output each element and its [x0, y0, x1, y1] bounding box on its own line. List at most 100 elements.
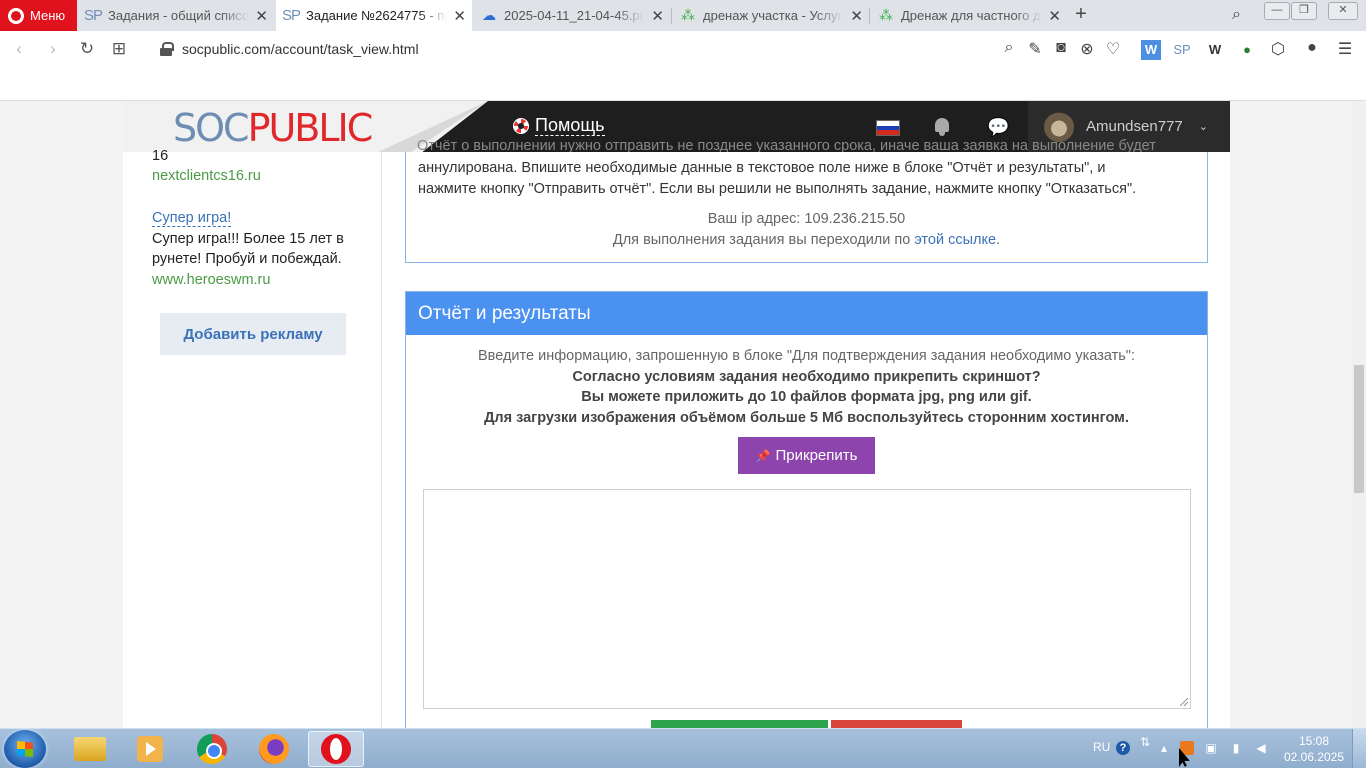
reload-icon[interactable]: ↻ [76, 39, 98, 59]
tab-title: дренаж участка - Услуги и [703, 8, 844, 23]
help-icon[interactable]: ? [1116, 741, 1130, 755]
task-info-box: аннулирована. Впишите необходимые данные… [405, 152, 1208, 263]
new-tab-button[interactable]: + [1071, 3, 1091, 27]
usb-icon[interactable]: ▣ [1204, 741, 1218, 755]
address-bar: ‹ › ↻ ⊞ socpublic.com/account/task_view.… [0, 31, 1366, 95]
green-extension-icon[interactable]: ● [1237, 40, 1257, 60]
flag-stripe [877, 130, 899, 136]
search-tabs-icon[interactable]: ⌕ [1232, 6, 1241, 24]
folder-icon [74, 737, 106, 761]
start-button[interactable] [4, 730, 46, 768]
heart-icon[interactable]: ♡ [1102, 39, 1124, 59]
chevron-down-icon: ⌄ [1198, 121, 1208, 133]
help-link[interactable]: Помощь [513, 115, 605, 136]
lifebuoy-icon [513, 117, 529, 134]
chrome-taskbar-button[interactable] [184, 731, 240, 767]
cloud-icon: ☁ [482, 7, 496, 23]
ad2-title-link[interactable]: Супер игра! [152, 210, 232, 227]
pin-icon: 📌 [755, 448, 771, 463]
language-indicator[interactable]: RU [1093, 740, 1110, 754]
tab-drainage-house[interactable]: ⁂ Дренаж для частного дом ✕ [871, 0, 1067, 31]
tab-tasks-list[interactable]: SP Задания - общий список з ✕ [78, 0, 274, 31]
language-flag-icon[interactable] [876, 120, 900, 136]
close-tab-icon[interactable]: ✕ [651, 7, 664, 25]
zoom-icon[interactable]: ⌕ [998, 39, 1020, 57]
word-extension-icon[interactable]: W [1141, 40, 1161, 60]
tab-task-view[interactable]: SP Задание №2624775 - прос ✕ [276, 0, 472, 31]
grid-icon: ⁂ [681, 7, 695, 23]
grid-icon: ⁂ [879, 7, 893, 23]
adblock-icon[interactable]: ⊗ [1076, 39, 1098, 59]
speed-dial-icon[interactable]: ⊞ [108, 39, 130, 59]
page-scrollbar[interactable] [1352, 101, 1366, 728]
sidebar [123, 101, 382, 728]
explorer-taskbar-button[interactable] [62, 731, 118, 767]
media-player-icon [137, 736, 163, 762]
close-tab-icon[interactable]: ✕ [255, 7, 268, 25]
task-info-partial-line: Отчёт о выполнении нужно отправить не по… [417, 139, 1187, 152]
firefox-taskbar-button[interactable] [246, 731, 302, 767]
chat-icon[interactable]: 💬 [987, 117, 1009, 138]
camera-icon[interactable]: ◙ [1050, 39, 1072, 57]
opera-icon [321, 734, 351, 764]
ad2-url[interactable]: www.heroeswm.ru [152, 270, 270, 291]
back-icon[interactable]: ‹ [8, 39, 30, 59]
ad2-text-line1: Супер игра!!! Более 15 лет в [152, 231, 344, 247]
cube-icon[interactable]: ⬡ [1267, 39, 1289, 59]
report-intro: Введите информацию, запрошенную в блоке … [478, 348, 1135, 364]
edit-icon[interactable]: ✎ [1024, 39, 1046, 59]
minimize-button[interactable]: — [1264, 2, 1290, 20]
clock[interactable]: 15:08 02.06.2025 [1280, 733, 1348, 765]
username: Amundsen777 [1086, 118, 1183, 135]
tab-separator [671, 8, 672, 24]
chrome-icon [197, 734, 227, 764]
send-report-button[interactable] [651, 720, 828, 728]
ad1-url[interactable]: nextclientcs16.ru [152, 166, 261, 187]
forward-icon[interactable]: › [42, 39, 64, 59]
tab-screenshot-image[interactable]: ☁ 2025-04-11_21-04-45.png ✕ [474, 0, 670, 31]
lock-icon [160, 42, 174, 56]
show-hidden-icons[interactable]: ▴ [1157, 741, 1171, 755]
help-label: Помощь [535, 115, 605, 136]
w-extension-icon[interactable]: W [1205, 40, 1225, 60]
tab-title: Задание №2624775 - прос [306, 8, 447, 23]
tab-drainage-services[interactable]: ⁂ дренаж участка - Услуги и ✕ [673, 0, 869, 31]
this-link[interactable]: этой ссылке [914, 232, 996, 248]
site-logo[interactable]: SOCPUBLIC [173, 106, 374, 150]
opera-taskbar-button[interactable] [308, 731, 364, 767]
avatar [1044, 111, 1074, 142]
task-info-line3: нажмите кнопку "Отправить отчёт". Если в… [418, 181, 1137, 197]
socpublic-favicon-icon: SP [84, 7, 103, 24]
refuse-button[interactable] [831, 720, 962, 728]
scrollbar-thumb[interactable] [1354, 365, 1364, 493]
network-dropdown-icon[interactable]: ⇅ [1138, 735, 1152, 749]
report-heading: Отчёт и результаты [406, 292, 1207, 335]
close-tab-icon[interactable]: ✕ [1048, 7, 1061, 25]
task-info-line2: аннулирована. Впишите необходимые данные… [418, 160, 1106, 176]
logo-public: PUBLIC [247, 106, 374, 150]
media-player-taskbar-button[interactable] [122, 731, 178, 767]
clock-time: 15:08 [1298, 734, 1330, 748]
show-desktop-button[interactable] [1352, 729, 1366, 768]
add-ad-button[interactable]: Добавить рекламу [160, 313, 346, 355]
socpublic-extension-icon[interactable]: SP [1172, 40, 1192, 60]
close-tab-icon[interactable]: ✕ [850, 7, 863, 25]
close-tab-icon[interactable]: ✕ [453, 7, 466, 25]
report-files-note: Вы можете приложить до 10 файлов формата… [581, 389, 1032, 405]
opera-menu-button[interactable]: Меню [0, 0, 77, 31]
url-field[interactable]: socpublic.com/account/task_view.html [160, 41, 419, 57]
close-window-button[interactable]: ✕ [1328, 2, 1358, 20]
profile-icon[interactable]: ● [1301, 39, 1323, 57]
bell-icon[interactable] [933, 117, 951, 137]
volume-icon[interactable]: ◀ [1254, 741, 1268, 755]
report-section: Отчёт и результаты Введите информацию, з… [405, 291, 1208, 741]
easy-setup-icon[interactable]: ☰ [1334, 39, 1356, 59]
partial-line-text: Отчёт о выполнении нужно отправить не по… [417, 139, 1156, 152]
menu-label: Меню [30, 8, 66, 23]
maximize-button[interactable]: ❐ [1291, 2, 1317, 20]
ip-address-line: Ваш ip адрес: 109.236.215.50 [707, 211, 906, 227]
report-textarea[interactable] [423, 489, 1191, 709]
report-hosting-note: Для загрузки изображения объёмом больше … [484, 410, 1129, 426]
signal-icon[interactable]: ▮ [1229, 741, 1243, 755]
attach-button[interactable]: 📌 Прикрепить [738, 437, 875, 474]
